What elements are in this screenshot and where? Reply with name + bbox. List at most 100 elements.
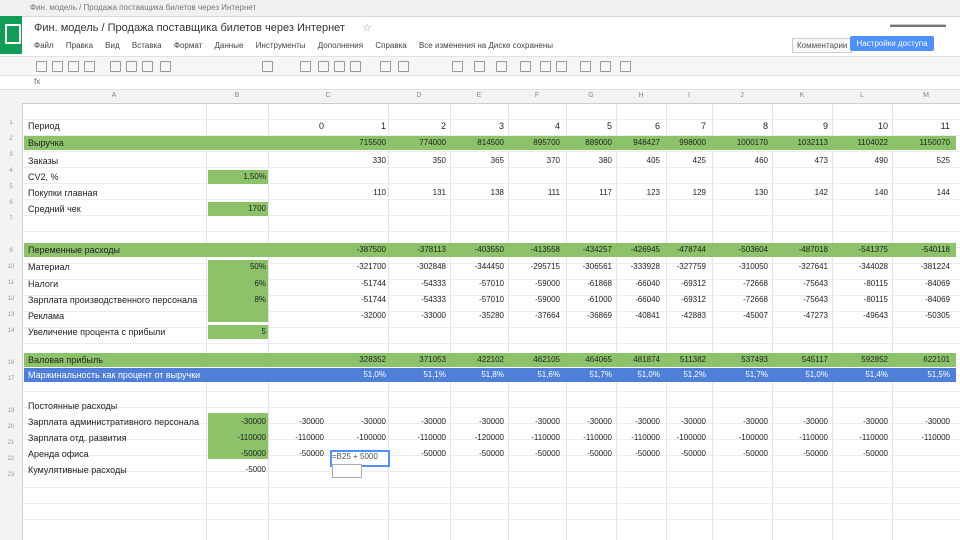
- cell-gross-margin[interactable]: 51,4%: [834, 370, 888, 379]
- column-header-d[interactable]: D: [388, 92, 450, 99]
- cell-material[interactable]: -381224: [896, 262, 950, 271]
- row-number[interactable]: 12: [0, 296, 22, 302]
- menu-format[interactable]: Формат: [174, 41, 202, 50]
- cell-sales-wage[interactable]: -54333: [392, 295, 446, 304]
- menu-help[interactable]: Справка: [375, 41, 406, 50]
- cell-tax[interactable]: -84069: [896, 279, 950, 288]
- cell-ads[interactable]: -50305: [896, 311, 950, 320]
- cell-dev[interactable]: -100000: [332, 433, 386, 442]
- cell-dev[interactable]: -110000: [774, 433, 828, 442]
- sheets-logo-icon[interactable]: [0, 16, 22, 54]
- menu-view[interactable]: Вид: [105, 41, 119, 50]
- bold-icon[interactable]: [318, 61, 329, 72]
- cell-tax[interactable]: -54333: [392, 279, 446, 288]
- sheet-grid[interactable]: [22, 103, 960, 540]
- cell-sales-wage[interactable]: -69312: [652, 295, 706, 304]
- cell-sales-wage[interactable]: -51744: [332, 295, 386, 304]
- cell-ads[interactable]: -42883: [652, 311, 706, 320]
- cell-gross-profit[interactable]: 462105: [506, 355, 560, 364]
- column-header-b[interactable]: B: [206, 92, 268, 99]
- cell-gross-profit[interactable]: 328352: [332, 355, 386, 364]
- row-number[interactable]: 1: [0, 120, 22, 126]
- cell-dev[interactable]: -110000: [896, 433, 950, 442]
- cell-buyers[interactable]: 111: [506, 188, 560, 197]
- cell-var-costs[interactable]: -503604: [714, 245, 768, 254]
- cell-var-costs[interactable]: -378113: [392, 245, 446, 254]
- period-number[interactable]: 8: [730, 121, 768, 131]
- cell-buyers[interactable]: 129: [652, 188, 706, 197]
- column-header-l[interactable]: L: [832, 92, 892, 99]
- autocomplete-popup[interactable]: [332, 464, 362, 478]
- star-icon[interactable]: ☆: [362, 21, 372, 34]
- cell-revenue[interactable]: 814500: [450, 138, 504, 147]
- row-number[interactable]: 19: [0, 408, 22, 414]
- cell-var-costs[interactable]: -434257: [558, 245, 612, 254]
- redo-icon[interactable]: [68, 61, 79, 72]
- column-header-j[interactable]: J: [712, 92, 772, 99]
- cell-orders[interactable]: 350: [392, 156, 446, 165]
- share-button[interactable]: Настройки доступа: [850, 36, 934, 51]
- column-header-c[interactable]: C: [268, 92, 388, 99]
- row-number[interactable]: 16: [0, 360, 22, 366]
- period-number[interactable]: 10: [850, 121, 888, 131]
- cell-gross-margin[interactable]: 51,0%: [332, 370, 386, 379]
- column-header-i[interactable]: I: [666, 92, 712, 99]
- cell-dev[interactable]: -110000: [506, 433, 560, 442]
- row-number[interactable]: 7: [0, 216, 22, 222]
- period-number[interactable]: 7: [668, 121, 706, 131]
- cell-dev[interactable]: -110000: [558, 433, 612, 442]
- cell-ads[interactable]: -37664: [506, 311, 560, 320]
- chart-icon[interactable]: [556, 61, 567, 72]
- period-number[interactable]: 4: [522, 121, 560, 131]
- cell-tax[interactable]: -51744: [332, 279, 386, 288]
- cell-var-costs[interactable]: -403550: [450, 245, 504, 254]
- cell-ads[interactable]: -32000: [332, 311, 386, 320]
- cell-orders[interactable]: 473: [774, 156, 828, 165]
- cell-rent[interactable]: -50000: [392, 449, 446, 458]
- cell-gross-profit[interactable]: 371053: [392, 355, 446, 364]
- cell-buyers[interactable]: 138: [450, 188, 504, 197]
- period-number[interactable]: 1: [348, 121, 386, 131]
- align-icon[interactable]: [474, 61, 485, 72]
- cell-revenue[interactable]: 889000: [558, 138, 612, 147]
- currency-icon[interactable]: [110, 61, 121, 72]
- cell-var-costs[interactable]: -387500: [332, 245, 386, 254]
- cell-tax[interactable]: -75643: [774, 279, 828, 288]
- cell-admin[interactable]: -30000: [896, 417, 950, 426]
- cell-revenue[interactable]: 998000: [652, 138, 706, 147]
- cell-gross-profit[interactable]: 622101: [896, 355, 950, 364]
- cell-rent[interactable]: -50000: [270, 449, 324, 458]
- cell-orders[interactable]: 525: [896, 156, 950, 165]
- cell-sales-wage[interactable]: -75643: [774, 295, 828, 304]
- column-header-a[interactable]: A: [22, 92, 206, 99]
- cell-admin[interactable]: -30000: [392, 417, 446, 426]
- cell-gross-margin[interactable]: 51,0%: [774, 370, 828, 379]
- row-number[interactable]: 6: [0, 200, 22, 206]
- cell-material[interactable]: -327759: [652, 262, 706, 271]
- cell-revenue[interactable]: 774000: [392, 138, 446, 147]
- wrap-icon[interactable]: [496, 61, 507, 72]
- cell-gross-profit[interactable]: 422102: [450, 355, 504, 364]
- link-icon[interactable]: [520, 61, 531, 72]
- column-header-k[interactable]: K: [772, 92, 832, 99]
- row-number[interactable]: 3: [0, 152, 22, 158]
- menu-file[interactable]: Файл: [34, 41, 54, 50]
- cell-rent[interactable]: -50000: [714, 449, 768, 458]
- cell-orders[interactable]: 370: [506, 156, 560, 165]
- cell-rent[interactable]: -50000: [652, 449, 706, 458]
- cell-admin[interactable]: -30000: [652, 417, 706, 426]
- cell-revenue[interactable]: 715500: [332, 138, 386, 147]
- cell-material[interactable]: -310050: [714, 262, 768, 271]
- cell-buyers[interactable]: 117: [558, 188, 612, 197]
- cell-ads[interactable]: -36869: [558, 311, 612, 320]
- row-number[interactable]: 11: [0, 280, 22, 286]
- merge-icon[interactable]: [452, 61, 463, 72]
- cell-admin[interactable]: -30000: [450, 417, 504, 426]
- cell-material[interactable]: -344450: [450, 262, 504, 271]
- cell-tax[interactable]: -57010: [450, 279, 504, 288]
- cell-revenue[interactable]: 1104022: [834, 138, 888, 147]
- period-number[interactable]: 5: [574, 121, 612, 131]
- cell-gross-margin[interactable]: 51,2%: [652, 370, 706, 379]
- cell-gross-profit[interactable]: 592852: [834, 355, 888, 364]
- cell-gross-margin[interactable]: 51,6%: [506, 370, 560, 379]
